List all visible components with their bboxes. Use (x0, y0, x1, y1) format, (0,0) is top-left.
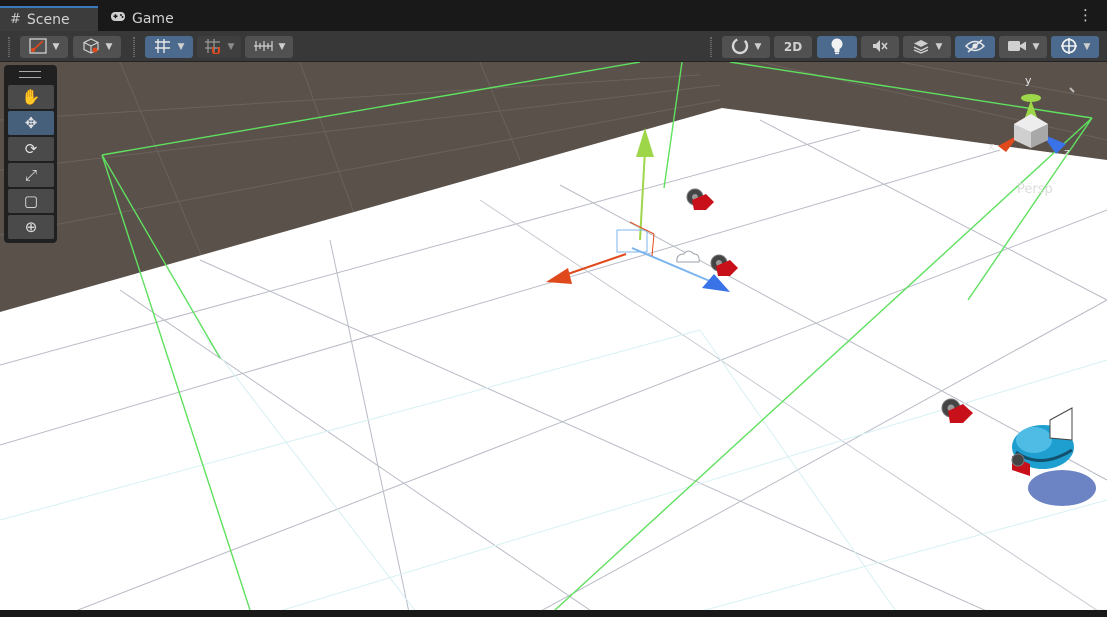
object-shadow (1028, 470, 1096, 506)
rect-tool-button[interactable]: ▢ (8, 189, 54, 213)
chevron-down-icon: ▼ (1083, 42, 1091, 52)
gizmos-dropdown[interactable]: ▼ (1051, 36, 1099, 58)
audio-toggle[interactable] (861, 36, 899, 58)
scene-toolbar: ▼ ▼ ▼ ▼ ▼ ▼ 2D ▼ ▼ ▼ (0, 31, 1107, 62)
ground-plane (0, 108, 1107, 610)
mute-speaker-icon (871, 38, 889, 57)
transform-tool-button[interactable]: ⊕ (8, 215, 54, 239)
layers-effects-icon (912, 38, 930, 57)
gamepad-icon (110, 11, 126, 26)
increment-snap-dropdown[interactable]: ▼ (245, 36, 293, 58)
scene-canvas (0, 62, 1107, 610)
hand-icon: ✋ (21, 88, 41, 106)
view-options-dropdown[interactable]: ▼ (73, 36, 121, 58)
ruler-snap-icon (253, 39, 273, 56)
toggle-2d-button[interactable]: 2D (774, 36, 812, 58)
hand-tool-button[interactable]: ✋ (8, 85, 54, 109)
rect-icon: ▢ (23, 192, 39, 210)
draw-mode-icon (28, 37, 47, 57)
projection-label[interactable]: Persp (1017, 182, 1053, 197)
toolbar-divider (710, 37, 712, 57)
move-tool-button[interactable]: ✥ (8, 111, 54, 135)
overlay-grip[interactable] (19, 71, 41, 78)
chevron-down-icon: ▼ (1032, 42, 1040, 52)
magnet-grid-icon (204, 38, 222, 57)
scene-viewport[interactable]: y x z (0, 62, 1107, 610)
scene-visibility-toggle[interactable] (955, 36, 995, 58)
bottom-strip (0, 610, 1107, 617)
tab-scene[interactable]: # Scene (0, 6, 98, 31)
lightbulb-icon (830, 37, 844, 58)
video-camera-icon (1007, 39, 1027, 56)
chevron-down-icon: ▼ (754, 42, 762, 52)
lighting-toggle[interactable] (817, 36, 857, 58)
chevron-down-icon: ▼ (105, 42, 113, 52)
scale-icon: ⤢ (24, 166, 37, 184)
tools-overlay: ✋ ✥ ⟳ ⤢ ▢ ⊕ (4, 65, 57, 243)
tab-bar: # Scene Game ⋮ (0, 0, 1107, 31)
effects-dropdown[interactable]: ▼ (903, 36, 951, 58)
more-options-icon[interactable]: ⋮ (1078, 8, 1093, 23)
toolbar-divider (133, 37, 135, 57)
scale-tool-button[interactable]: ⤢ (8, 163, 54, 187)
move-arrows-icon: ✥ (24, 114, 38, 132)
orientation-gizmo[interactable] (990, 86, 1080, 186)
tab-scene-label: Scene (26, 11, 70, 28)
grid-snap-icon (154, 38, 172, 57)
gizmo-z-label: z (1064, 146, 1070, 159)
hidden-eye-icon (964, 38, 986, 56)
tab-game[interactable]: Game (100, 6, 182, 31)
rotate-icon: ⟳ (24, 140, 38, 158)
transform-icon: ⊕ (24, 218, 38, 236)
scene-camera-dropdown[interactable]: ▼ (999, 36, 1047, 58)
toolbar-grip (8, 37, 10, 57)
chevron-down-icon: ▼ (935, 42, 943, 52)
chevron-down-icon: ▼ (278, 42, 286, 52)
shading-sphere-icon (731, 37, 749, 58)
gizmo-y-label: y (1025, 74, 1032, 87)
chevron-down-icon: ▼ (52, 42, 60, 52)
gizmo-crosshair-icon (1060, 37, 1078, 58)
toggle-2d-label: 2D (783, 40, 803, 54)
draw-mode-dropdown[interactable]: ▼ (20, 36, 68, 58)
grid-hash-icon: # (10, 12, 21, 27)
shading-mode-dropdown[interactable]: ▼ (722, 36, 770, 58)
rotate-tool-button[interactable]: ⟳ (8, 137, 54, 161)
gizmo-x-label: x (988, 140, 995, 153)
cube-view-icon (82, 37, 100, 57)
chevron-down-icon: ▼ (227, 42, 235, 52)
snap-increment-dropdown[interactable]: ▼ (197, 36, 241, 58)
tab-game-label: Game (132, 10, 174, 27)
grid-snapping-toggle[interactable]: ▼ (145, 36, 193, 58)
chevron-down-icon: ▼ (177, 42, 185, 52)
